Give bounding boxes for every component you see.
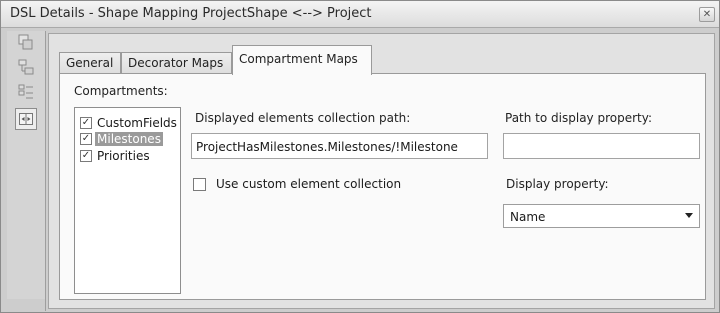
list-item-label: Priorities (97, 149, 150, 163)
compartment-icon (19, 113, 33, 125)
display-property-value: Name (510, 210, 546, 224)
window-title: DSL Details - Shape Mapping ProjectShape… (10, 6, 372, 21)
compartments-label: Compartments: (74, 84, 168, 98)
tab-decorator-maps[interactable]: Decorator Maps (121, 52, 232, 74)
compartment-maps-panel: Compartments: ✓ CustomFields ✓ Milestone… (59, 73, 706, 300)
checkbox[interactable]: ✓ (80, 150, 92, 162)
checkbox[interactable]: ✓ (80, 117, 92, 129)
list-item[interactable]: ✓ Priorities (80, 148, 180, 164)
element-mapping-tool[interactable] (15, 56, 37, 78)
collection-path-label: Displayed elements collection path: (195, 111, 411, 125)
use-custom-collection-row[interactable]: Use custom element collection (193, 177, 401, 191)
checkbox[interactable]: ✓ (80, 133, 92, 145)
use-custom-label: Use custom element collection (216, 177, 402, 191)
list-item-label: Milestones (95, 132, 163, 146)
display-property-label: Display property: (506, 177, 609, 191)
title-bar: DSL Details - Shape Mapping ProjectShape… (1, 1, 719, 28)
close-button[interactable]: ✕ (699, 7, 715, 22)
path-to-display-label: Path to display property: (505, 111, 652, 125)
tab-general[interactable]: General (59, 52, 121, 74)
list-item[interactable]: ✓ CustomFields (80, 115, 180, 131)
list-item-label: CustomFields (97, 116, 177, 130)
left-toolstrip (7, 31, 45, 299)
shape-mapping-icon (18, 34, 33, 50)
dsl-details-window: DSL Details - Shape Mapping ProjectShape… (0, 0, 720, 313)
use-custom-checkbox[interactable] (193, 177, 206, 191)
element-mapping-icon (18, 59, 34, 75)
list-item[interactable]: ✓ Milestones (80, 131, 180, 147)
display-property-select[interactable]: Name (503, 204, 700, 228)
separator (45, 31, 46, 311)
compartment-tool[interactable] (15, 108, 37, 130)
chevron-down-icon (685, 213, 693, 218)
shape-mapping-tool[interactable] (15, 31, 37, 53)
properties-grid-icon (18, 84, 33, 99)
compartments-list[interactable]: ✓ CustomFields ✓ Milestones ✓ Priorities (74, 107, 181, 294)
path-to-display-input[interactable] (503, 133, 700, 159)
details-content: General Decorator Maps Compartment Maps … (48, 33, 715, 309)
collection-path-input[interactable]: ProjectHasMilestones.Milestones/!Milesto… (191, 133, 488, 159)
tab-compartment-maps[interactable]: Compartment Maps (232, 45, 372, 75)
properties-grid-tool[interactable] (15, 81, 37, 103)
